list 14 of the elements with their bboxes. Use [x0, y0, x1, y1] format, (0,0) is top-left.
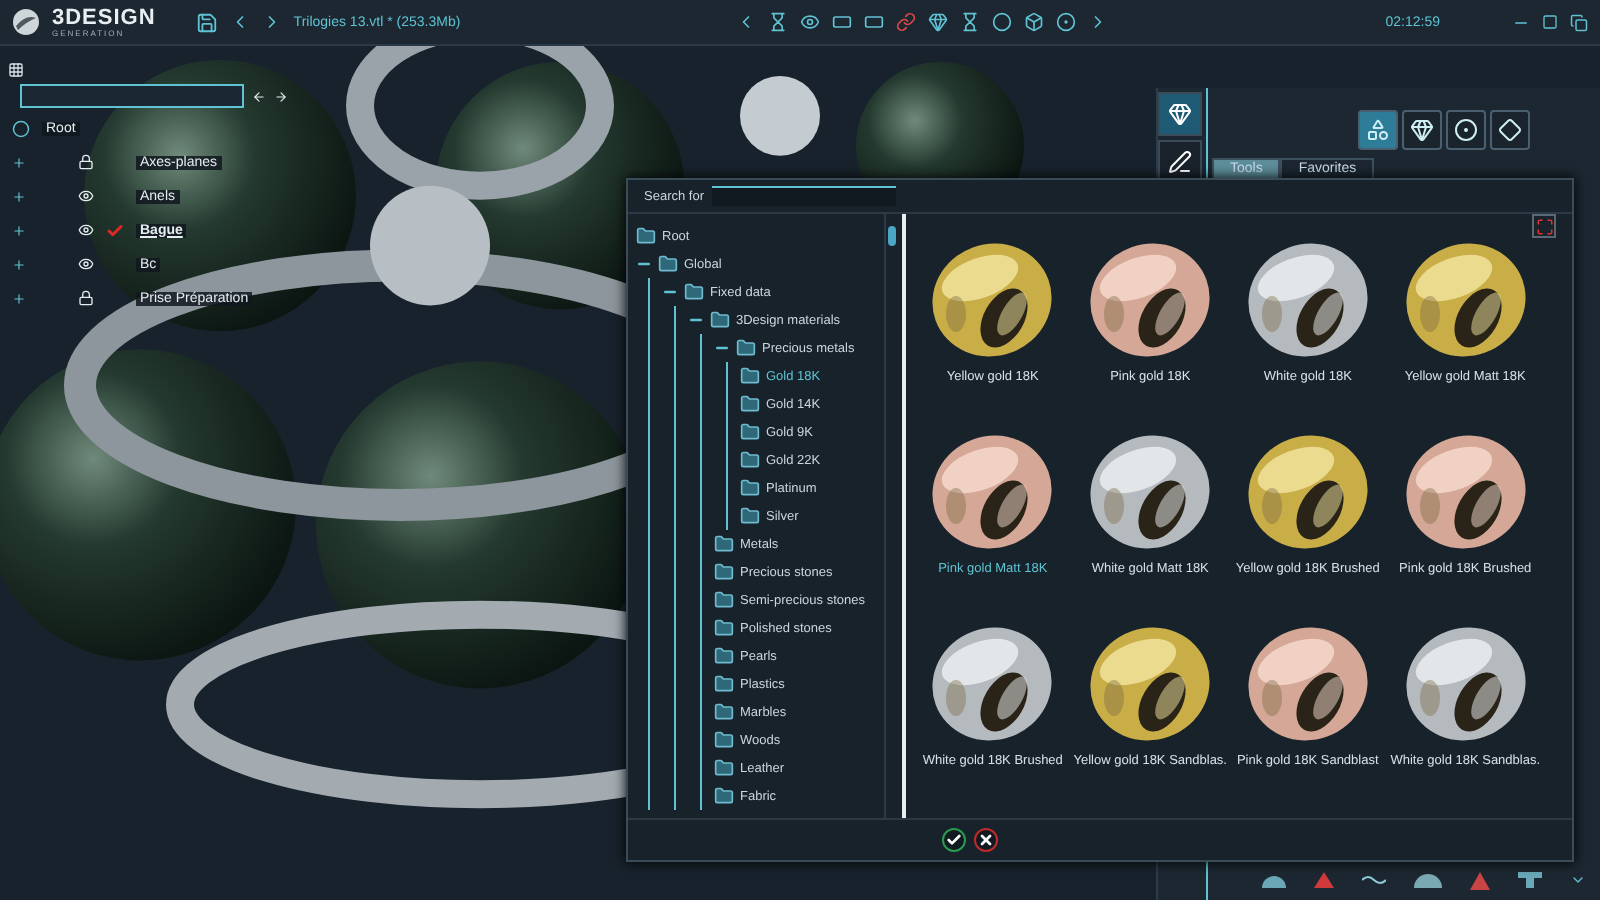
save-icon[interactable]	[195, 11, 218, 33]
dot-icon[interactable]	[1056, 12, 1077, 32]
logo-icon	[12, 8, 40, 36]
eye-icon[interactable]	[800, 12, 821, 32]
maximize-icon[interactable]	[1542, 14, 1558, 30]
link-icon[interactable]	[896, 12, 917, 32]
cube-icon[interactable]	[1024, 12, 1045, 32]
logo-text: 3DESIGN	[52, 7, 156, 29]
circle-icon[interactable]	[992, 12, 1013, 32]
rectangle-icon[interactable]	[832, 12, 853, 32]
hourglass-icon[interactable]	[960, 12, 981, 32]
gem-icon[interactable]	[928, 12, 949, 32]
rectangle-icon[interactable]	[864, 12, 885, 32]
restore-icon[interactable]	[1570, 13, 1588, 31]
